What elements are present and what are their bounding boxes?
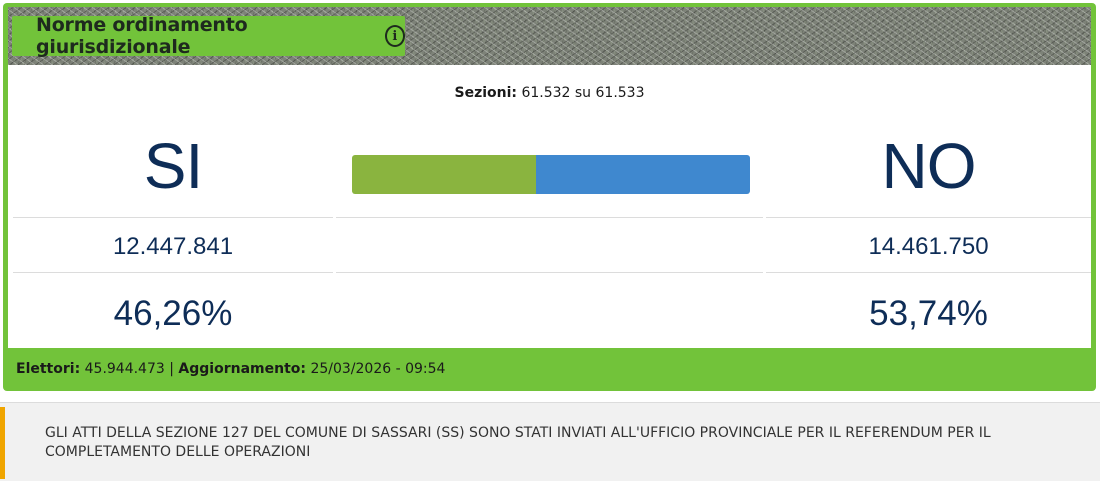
divider: [13, 272, 333, 273]
bar-no-segment: [536, 155, 750, 194]
sezioni-label: Sezioni:: [454, 85, 517, 101]
elettori-value: 45.944.473: [84, 361, 165, 377]
si-votes: 12.447.841: [112, 233, 234, 260]
divider: [336, 272, 763, 273]
divider: [766, 272, 1091, 273]
info-icon[interactable]: i: [384, 25, 405, 47]
divider: [336, 217, 763, 218]
bar-si-segment: [352, 155, 537, 194]
footer-separator: |: [169, 361, 174, 377]
notice-box: GLI ATTI DELLA SEZIONE 127 DEL COMUNE DI…: [0, 402, 1100, 481]
card-header: Norme ordinamento giurisdizionale i: [8, 7, 1091, 65]
no-votes: 14.461.750: [868, 233, 989, 260]
no-label: NO: [881, 130, 977, 202]
elettori-label: Elettori:: [16, 361, 81, 377]
notice-accent-bar: [0, 407, 5, 479]
card-footer: Elettori: 45.944.473 | Aggiornamento: 25…: [16, 361, 445, 377]
referendum-card: Norme ordinamento giurisdizionale i Sezi…: [3, 3, 1096, 391]
divider: [766, 217, 1091, 218]
sezioni-value: 61.532 su 61.533: [521, 85, 645, 101]
referendum-title: Norme ordinamento giurisdizionale: [36, 14, 248, 58]
notice-text: GLI ATTI DELLA SEZIONE 127 DEL COMUNE DI…: [45, 425, 991, 460]
aggiornamento-value: 25/03/2026 - 09:54: [310, 361, 446, 377]
no-percent: 53,74%: [869, 294, 988, 333]
aggiornamento-label: Aggiornamento:: [178, 361, 306, 377]
divider: [13, 217, 333, 218]
sezioni-counter: Sezioni: 61.532 su 61.533: [8, 85, 1091, 101]
si-label: SI: [143, 130, 203, 202]
result-bar: [352, 155, 750, 194]
title-pill: Norme ordinamento giurisdizionale i: [12, 14, 405, 58]
card-body: Sezioni: 61.532 su 61.533 SI NO 12.447.8…: [8, 65, 1091, 348]
si-percent: 46,26%: [113, 294, 233, 333]
